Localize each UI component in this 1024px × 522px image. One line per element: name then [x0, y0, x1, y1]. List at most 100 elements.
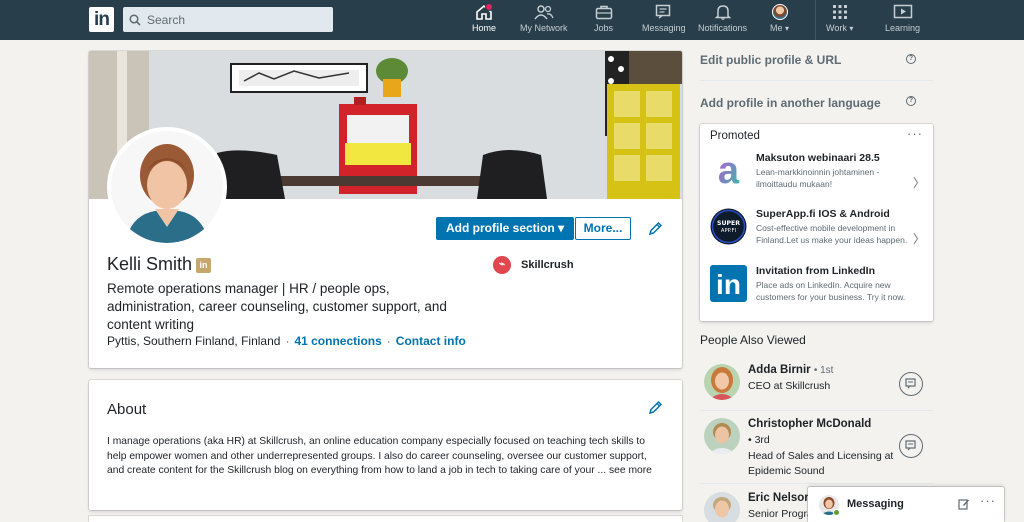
message-button[interactable]	[899, 434, 923, 458]
about-heading: About	[107, 401, 147, 418]
chevron-down-icon: ▾	[558, 221, 565, 235]
linkedin-logo-icon[interactable]: in	[89, 7, 114, 32]
profile-location: Pyttis, Southern Finland, Finland	[107, 334, 281, 348]
help-icon[interactable]: ?	[906, 96, 916, 106]
separator: ·	[386, 334, 391, 348]
search-input[interactable]	[147, 12, 327, 27]
person-photo	[704, 418, 740, 454]
people-also-viewed-heading: People Also Viewed	[700, 333, 806, 347]
profile-name-text: Kelli Smith	[107, 254, 193, 274]
svg-text:in: in	[716, 269, 741, 300]
nav-me[interactable]: Me ▾	[770, 4, 789, 38]
more-button[interactable]: More...	[575, 217, 631, 240]
chevron-right-icon[interactable]: 〉	[913, 174, 925, 191]
person-role: CEO at Skillcrush	[748, 380, 831, 392]
add-profile-language-link[interactable]: Add profile in another language	[700, 96, 881, 110]
person-name[interactable]: Christopher McDonald	[748, 418, 871, 430]
about-text: I manage operations (aka HR) at Skillcru…	[107, 435, 662, 479]
nav-learning-label: Learning	[885, 23, 921, 33]
current-company[interactable]: ⌁ Skillcrush	[493, 256, 574, 274]
compose-icon[interactable]	[958, 498, 970, 510]
divider	[700, 410, 933, 411]
avatar	[704, 492, 740, 522]
nav-messaging-label: Messaging	[642, 23, 686, 33]
profile-name: Kelli Smith in	[107, 254, 212, 275]
skillcrush-logo-icon: ⌁	[493, 256, 511, 274]
profile-photo-image	[111, 131, 223, 243]
nav-jobs-label: Jobs	[594, 23, 614, 33]
contact-info-link[interactable]: Contact info	[396, 334, 466, 348]
person-item[interactable]: Adda Birnir • 1st CEO at Skillcrush	[700, 364, 933, 408]
edit-public-profile-link[interactable]: Edit public profile & URL	[700, 53, 841, 67]
ad-item[interactable]: SUPER APP.FI SuperApp.fi IOS & Android C…	[710, 208, 925, 256]
more-options-icon[interactable]: ···	[907, 126, 923, 141]
bell-icon	[714, 5, 731, 20]
profile-photo[interactable]	[107, 127, 227, 247]
ad-description: Lean-markkinoinnin johtaminen - ilmoitta…	[756, 167, 880, 189]
play-icon	[893, 4, 912, 19]
avatar	[704, 364, 740, 400]
ad-title: Invitation from LinkedIn	[756, 265, 876, 277]
nav-home-label: Home	[472, 23, 497, 33]
person-photo	[704, 364, 740, 400]
global-nav: in Home My Network Jobs Messaging Notifi…	[0, 0, 1024, 40]
nav-my-network[interactable]: My Network	[520, 4, 568, 38]
promoted-heading: Promoted	[710, 130, 760, 142]
online-status-indicator	[833, 509, 840, 516]
add-profile-section-label: Add profile section	[446, 221, 555, 235]
about-card: About I manage operations (aka HR) at Sk…	[89, 380, 682, 510]
briefcase-icon	[595, 5, 612, 20]
person-role: Head of Sales and Licensing at Epidemic …	[748, 450, 894, 477]
message-icon	[905, 378, 916, 389]
divider	[700, 483, 933, 484]
promoted-card: Promoted ··· a Maksuton webinaari 28.5 L…	[700, 124, 933, 321]
ad-item[interactable]: in Invitation from LinkedIn Place ads on…	[710, 265, 925, 315]
ad-item[interactable]: a Maksuton webinaari 28.5 Lean-markkinoi…	[710, 152, 925, 196]
person-name[interactable]: Adda Birnir • 1st	[748, 364, 833, 376]
linkedin-premium-badge-icon: in	[196, 258, 212, 273]
connections-link[interactable]: 41 connections	[294, 334, 381, 348]
person-name-text: Adda Birnir	[748, 364, 811, 376]
profile-meta-row: Pyttis, Southern Finland, Finland · 41 con…	[107, 334, 466, 348]
grid-icon	[832, 5, 847, 19]
chevron-down-icon: ▾	[849, 24, 854, 33]
pencil-icon[interactable]	[648, 221, 663, 236]
more-options-icon[interactable]: ···	[980, 493, 996, 508]
nav-notifications[interactable]: Notifications	[698, 4, 747, 38]
chevron-right-icon[interactable]: 〉	[913, 230, 925, 247]
help-icon[interactable]: ?	[906, 54, 916, 64]
ad-logo-a: a	[718, 152, 740, 189]
avatar	[704, 418, 740, 454]
svg-text:SUPER: SUPER	[717, 220, 740, 227]
person-item[interactable]: Christopher McDonald • 3rd Head of Sales…	[700, 418, 933, 480]
about-body: I manage operations (aka HR) at Skillcru…	[107, 436, 647, 476]
add-profile-section-button[interactable]: Add profile section ▾	[436, 217, 575, 240]
network-icon	[534, 5, 554, 20]
company-name: Skillcrush	[521, 259, 574, 271]
nav-jobs[interactable]: Jobs	[594, 4, 613, 38]
nav-my-network-label: My Network	[520, 23, 568, 33]
ad-description: Cost-effective mobile development in Fin…	[756, 223, 908, 245]
messaging-overlay-bar[interactable]: Messaging ···	[808, 487, 1004, 522]
pencil-icon[interactable]	[648, 400, 663, 415]
connection-degree: • 3rd	[748, 434, 770, 446]
chevron-down-icon: ▾	[785, 24, 790, 33]
notification-badge	[484, 3, 493, 11]
ad-description: Place ads on LinkedIn. Acquire new custo…	[756, 280, 906, 302]
nav-messaging[interactable]: Messaging	[642, 4, 686, 38]
message-icon	[905, 440, 916, 451]
message-button[interactable]	[899, 372, 923, 396]
nav-learning[interactable]: Learning	[885, 4, 920, 38]
nav-divider	[815, 0, 816, 40]
separator: ·	[285, 334, 290, 348]
nav-work-label-row: Work ▾	[826, 23, 853, 33]
search-icon	[129, 13, 141, 26]
search-box[interactable]	[123, 7, 333, 32]
linkedin-logo-icon: in	[710, 265, 747, 302]
connection-degree: • 1st	[813, 365, 834, 376]
see-more-link[interactable]: see more	[609, 465, 652, 476]
nav-home[interactable]: Home	[472, 3, 497, 38]
nav-work[interactable]: Work ▾	[826, 4, 853, 38]
person-name[interactable]: Eric Nelson	[748, 492, 811, 504]
nav-notifications-label: Notifications	[698, 23, 748, 33]
